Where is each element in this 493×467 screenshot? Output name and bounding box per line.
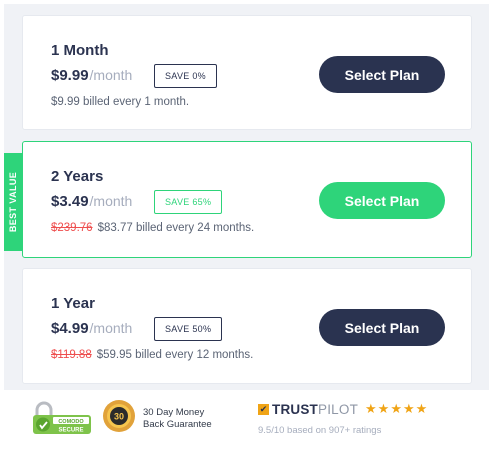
plan-name: 2 Years: [51, 168, 104, 185]
secure-label: SECURE: [58, 428, 83, 434]
price-period: /month: [89, 320, 133, 336]
best-value-ribbon: BEST VALUE: [4, 153, 22, 251]
trustpilot-name-part2: PILOT: [318, 401, 359, 417]
trustpilot-rating: 9.5/10 based on 907+ ratings: [258, 425, 382, 436]
ribbon-label: BEST VALUE: [8, 171, 18, 233]
trust-footer: COMODO SECURE 30 30 Day Money Back Guara…: [0, 393, 493, 467]
save-badge: SAVE 50%: [154, 317, 223, 341]
plan-price: $4.99: [51, 320, 89, 337]
trustpilot-logo: ✔ TRUST PILOT ★★★★★: [258, 401, 428, 417]
trustpilot-name-part1: TRUST: [272, 401, 318, 417]
price-row: $9.99 /month: [51, 67, 132, 84]
padlock-icon: COMODO SECURE: [33, 401, 91, 434]
price-period: /month: [89, 67, 133, 83]
plan-card-1-month: 1 Month $9.99 /month SAVE 0% $9.99 bille…: [22, 15, 472, 130]
price-period: /month: [89, 193, 133, 209]
billed-text: $9.99 billed every 1 month.: [51, 96, 189, 108]
plan-card-2-years: 2 Years $3.49 /month SAVE 65% $239.76 $83…: [22, 141, 472, 258]
select-plan-button-2-years[interactable]: Select Plan: [319, 182, 445, 219]
save-badge: SAVE 0%: [154, 64, 217, 88]
seal-number: 30: [114, 412, 124, 422]
billed-text: $239.76 $83.77 billed every 24 months.: [51, 222, 254, 234]
plan-name: 1 Month: [51, 42, 109, 59]
plan-name: 1 Year: [51, 295, 95, 312]
billed-text: $119.88 $59.95 billed every 12 months.: [51, 349, 253, 361]
trustpilot-check-icon: ✔: [258, 403, 269, 415]
billed-amount: $9.99 billed every 1 month.: [51, 96, 190, 108]
rating-stars-icon: ★★★★★: [365, 401, 429, 416]
comodo-secure-badge: COMODO SECURE: [33, 401, 93, 435]
billed-amount: $59.95 billed every 12 months.: [96, 349, 254, 361]
guarantee-line-2: Back Guarantee: [143, 419, 212, 430]
price-row: $4.99 /month: [51, 320, 132, 337]
original-price: $119.88: [51, 349, 92, 361]
comodo-label: COMODO: [58, 419, 84, 425]
save-badge: SAVE 65%: [154, 190, 223, 214]
price-row: $3.49 /month: [51, 193, 132, 210]
plan-price: $3.49: [51, 193, 89, 210]
money-back-guarantee: 30 Day Money Back Guarantee: [143, 407, 212, 431]
plan-card-1-year: 1 Year $4.99 /month SAVE 50% $119.88 $59.…: [22, 268, 472, 384]
select-plan-button-1-year[interactable]: Select Plan: [319, 309, 445, 346]
billed-amount: $83.77 billed every 24 months.: [97, 222, 255, 234]
original-price: $239.76: [51, 222, 93, 234]
select-plan-button-1-month[interactable]: Select Plan: [319, 56, 445, 93]
plan-price: $9.99: [51, 67, 89, 84]
guarantee-line-1: 30 Day Money: [143, 407, 205, 418]
money-back-seal-icon: 30: [102, 399, 136, 433]
